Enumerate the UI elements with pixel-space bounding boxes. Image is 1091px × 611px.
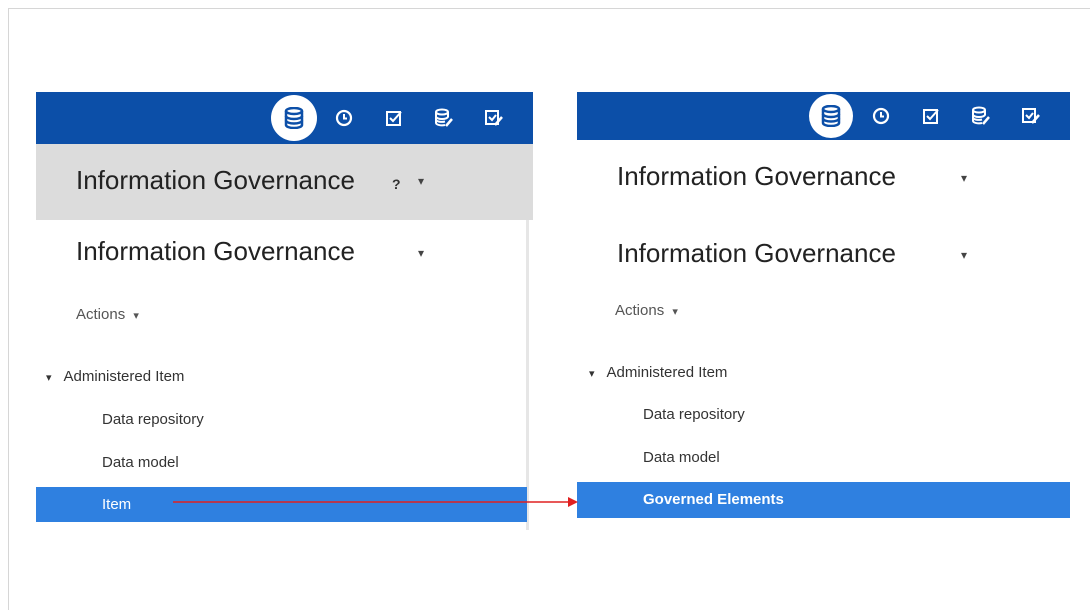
right-checklist-edit-button[interactable] — [1006, 92, 1056, 140]
right-checkbox-button[interactable] — [906, 92, 956, 140]
clock-icon — [872, 107, 890, 125]
database-edit-icon — [972, 106, 990, 125]
right-clock-button[interactable] — [856, 92, 906, 140]
left-checkbox-button[interactable] — [369, 92, 419, 144]
chevron-down-icon[interactable]: ▾ — [418, 174, 424, 188]
actions-label: Actions — [76, 306, 126, 323]
right-toolbar — [577, 92, 1070, 140]
tree-root-label: Administered Item — [606, 364, 728, 381]
actions-menu[interactable]: Actions ▾ — [615, 302, 678, 319]
database-icon — [284, 107, 304, 129]
expand-caret-icon: ▾ — [589, 368, 595, 380]
expand-caret-icon: ▾ — [46, 372, 52, 384]
right-database-button[interactable] — [806, 92, 856, 140]
left-panel-title: Information Governance — [76, 236, 355, 266]
left-checklist-edit-button[interactable] — [469, 92, 519, 144]
database-edit-icon — [435, 108, 453, 127]
left-database-button[interactable] — [269, 92, 319, 144]
right-header-title: Information Governance — [617, 161, 896, 191]
chevron-down-icon[interactable]: ▾ — [961, 248, 967, 262]
checklist-edit-icon — [485, 110, 503, 126]
tree-root-administered-item[interactable]: ▾ Administered Item — [589, 364, 727, 381]
checkbox-icon — [923, 109, 939, 124]
tree-item-data-model[interactable]: Data model — [643, 449, 720, 466]
help-icon[interactable]: ? — [392, 176, 401, 192]
tree-item-data-model[interactable]: Data model — [102, 454, 179, 471]
tree-item-selected[interactable]: Governed Elements — [577, 482, 1070, 518]
left-toolbar — [36, 92, 533, 144]
left-body: Information Governance ▾ Actions ▾ ▾ Admi… — [36, 220, 529, 530]
tree-item-data-repository[interactable]: Data repository — [643, 406, 745, 423]
left-panel: Information Governance ? ▾ Information G… — [36, 92, 533, 530]
database-icon — [821, 105, 841, 127]
left-header: Information Governance ? ▾ — [36, 144, 533, 220]
right-panel-title: Information Governance — [617, 238, 896, 268]
checklist-edit-icon — [1022, 108, 1040, 124]
selected-item-label: Item — [102, 496, 132, 513]
right-panel: Information Governance ▾ Information Gov… — [577, 92, 1070, 530]
tree-item-data-repository[interactable]: Data repository — [102, 411, 204, 428]
tree-root-administered-item[interactable]: ▾ Administered Item — [46, 368, 184, 385]
selected-item-label: Governed Elements — [643, 491, 784, 508]
right-database-edit-button[interactable] — [956, 92, 1006, 140]
chevron-down-icon: ▾ — [133, 310, 139, 322]
chevron-down-icon: ▾ — [672, 306, 678, 318]
tree-root-label: Administered Item — [63, 368, 185, 385]
left-database-edit-button[interactable] — [419, 92, 469, 144]
actions-menu[interactable]: Actions ▾ — [76, 306, 139, 323]
clock-icon — [335, 109, 353, 127]
actions-label: Actions — [615, 302, 665, 319]
chevron-down-icon[interactable]: ▾ — [418, 246, 424, 260]
left-clock-button[interactable] — [319, 92, 369, 144]
left-header-title: Information Governance — [76, 165, 355, 195]
tree-item-selected[interactable]: Item — [36, 487, 527, 522]
chevron-down-icon[interactable]: ▾ — [961, 171, 967, 185]
checkbox-icon — [386, 111, 402, 126]
